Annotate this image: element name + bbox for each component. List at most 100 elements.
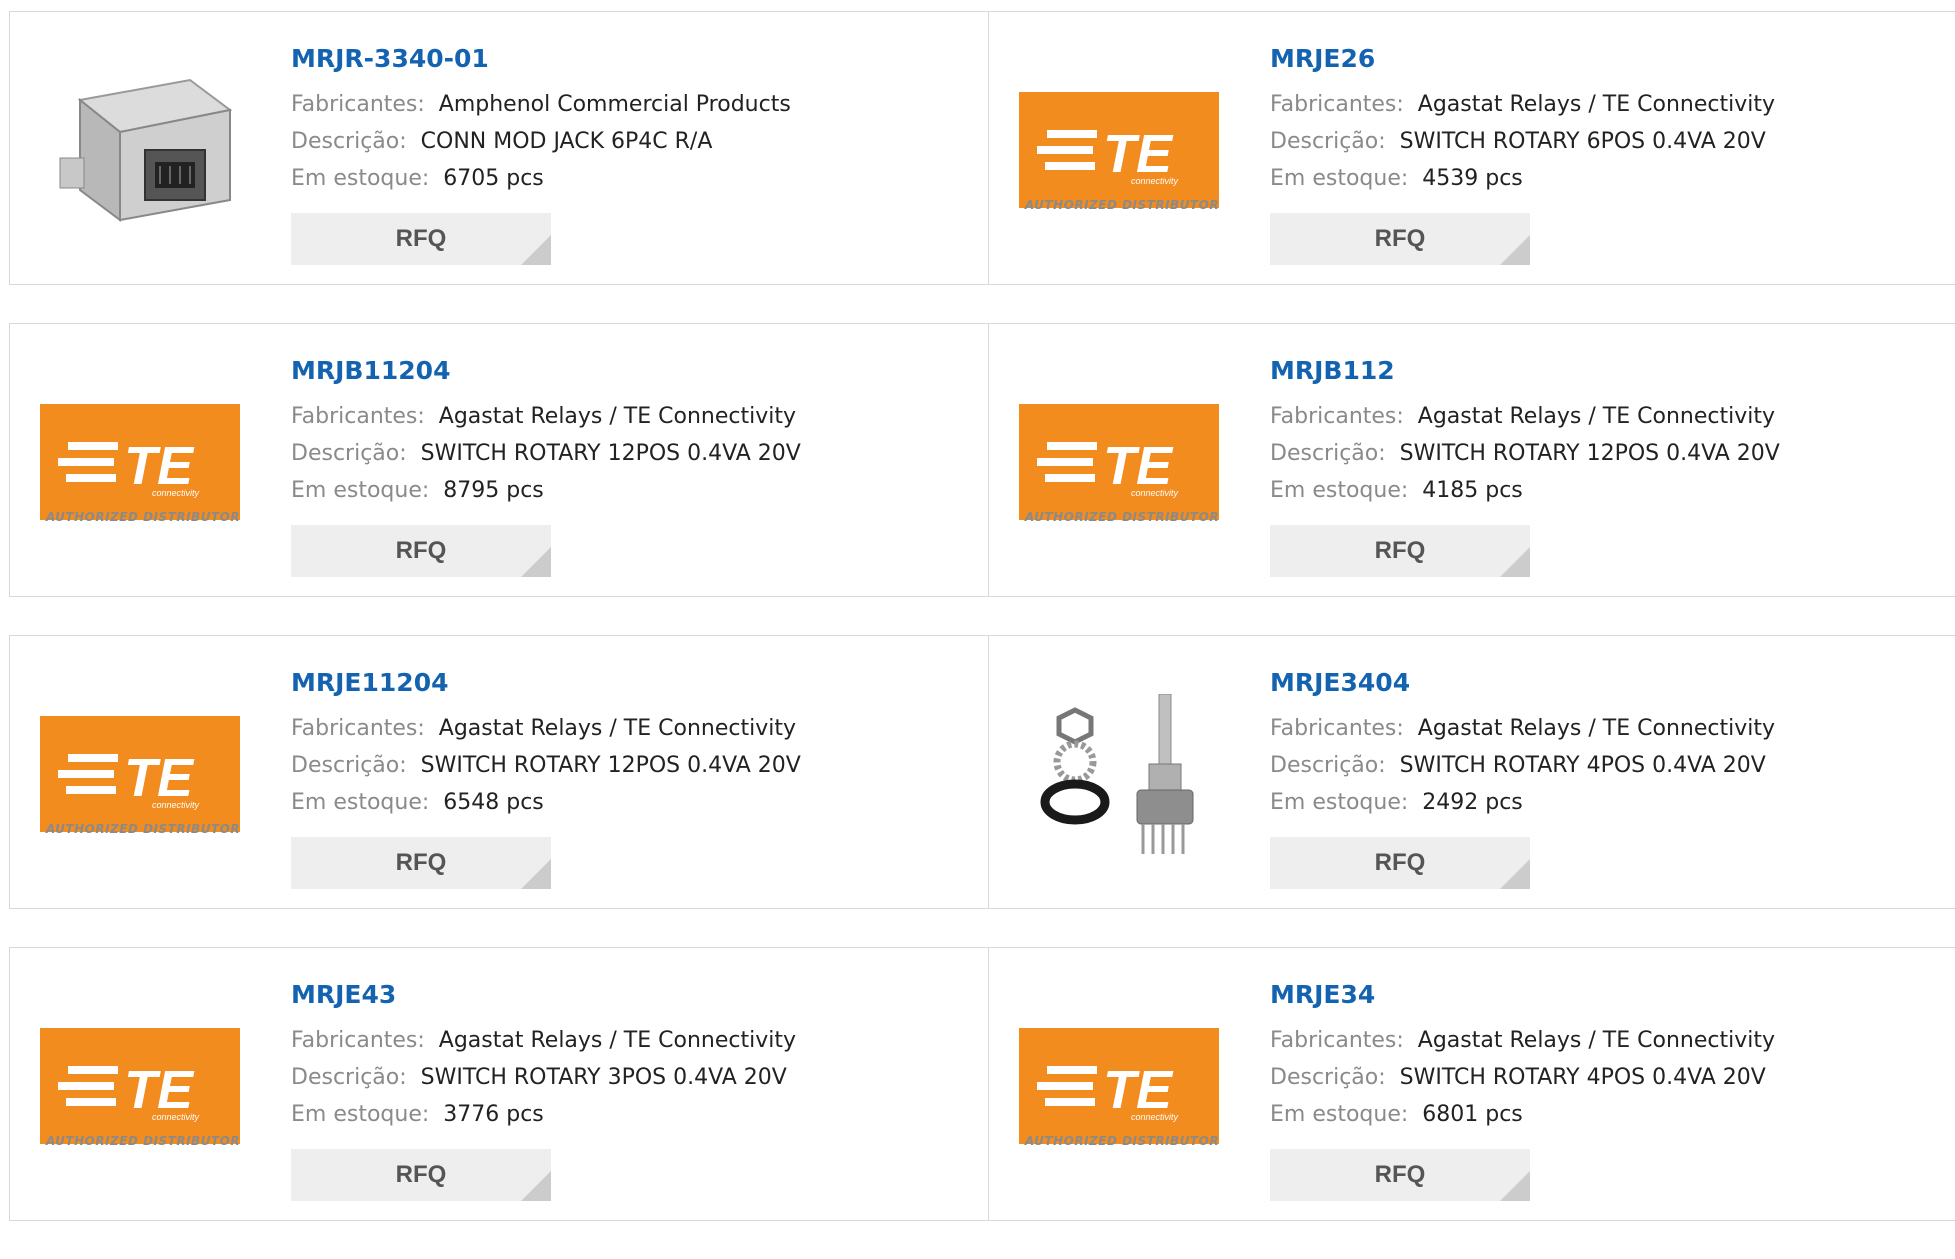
- manufacturer-label: Fabricantes:: [1270, 1028, 1404, 1053]
- svg-text:TE: TE: [124, 436, 195, 496]
- stock-label: Em estoque:: [291, 478, 430, 503]
- rfq-button[interactable]: RFQ: [291, 1149, 551, 1201]
- product-part-link[interactable]: MRJR-3340-01: [291, 44, 489, 73]
- product-image-rotary-switch[interactable]: [1019, 693, 1225, 860]
- description-line: Descrição: SWITCH ROTARY 12POS 0.4VA 20V: [291, 441, 801, 466]
- product-card: TE connectivity AUTHORIZED DISTRIBUTOR M…: [10, 948, 988, 1220]
- manufacturer-line: Fabricantes: Amphenol Commercial Products: [291, 92, 791, 117]
- rfq-label: RFQ: [1374, 537, 1426, 564]
- product-part-link[interactable]: MRJE43: [291, 980, 396, 1009]
- stock-line: Em estoque: 6705 pcs: [291, 166, 544, 191]
- te-logo-image[interactable]: TE connectivity AUTHORIZED DISTRIBUTOR: [40, 1006, 246, 1172]
- te-connectivity-logo: TE connectivity: [1019, 1028, 1219, 1144]
- description-line: Descrição: SWITCH ROTARY 6POS 0.4VA 20V: [1270, 129, 1766, 154]
- rfq-button[interactable]: RFQ: [1270, 525, 1530, 577]
- corner-triangle-icon: [1500, 547, 1530, 577]
- product-part-link[interactable]: MRJB11204: [291, 356, 450, 385]
- manufacturer-value: Agastat Relays / TE Connectivity: [1417, 92, 1775, 117]
- manufacturer-label: Fabricantes:: [291, 1028, 425, 1053]
- corner-triangle-icon: [1500, 859, 1530, 889]
- stock-label: Em estoque:: [1270, 790, 1409, 815]
- description-label: Descrição:: [1270, 129, 1386, 154]
- description-label: Descrição:: [291, 129, 407, 154]
- te-logo-image[interactable]: TE connectivity AUTHORIZED DISTRIBUTOR: [1019, 382, 1225, 548]
- description-value: SWITCH ROTARY 12POS 0.4VA 20V: [420, 753, 801, 778]
- rfq-button[interactable]: RFQ: [291, 525, 551, 577]
- corner-triangle-icon: [1500, 235, 1530, 265]
- product-row: TE connectivity AUTHORIZED DISTRIBUTOR M…: [9, 635, 1955, 909]
- description-label: Descrição:: [291, 753, 407, 778]
- svg-text:connectivity: connectivity: [152, 488, 200, 498]
- description-line: Descrição: SWITCH ROTARY 3POS 0.4VA 20V: [291, 1065, 787, 1090]
- description-line: Descrição: SWITCH ROTARY 12POS 0.4VA 20V: [291, 753, 801, 778]
- product-row: TE connectivity AUTHORIZED DISTRIBUTOR M…: [9, 947, 1955, 1221]
- stock-value: 6548 pcs: [443, 790, 544, 815]
- product-card: TE connectivity AUTHORIZED DISTRIBUTOR M…: [988, 12, 1955, 284]
- product-image-rj-jack[interactable]: [40, 70, 246, 236]
- corner-triangle-icon: [521, 235, 551, 265]
- te-logo-image[interactable]: TE connectivity AUTHORIZED DISTRIBUTOR: [40, 382, 246, 548]
- manufacturer-value: Agastat Relays / TE Connectivity: [1417, 716, 1775, 741]
- description-label: Descrição:: [1270, 441, 1386, 466]
- stock-line: Em estoque: 6548 pcs: [291, 790, 544, 815]
- stock-line: Em estoque: 3776 pcs: [291, 1102, 544, 1127]
- description-line: Descrição: SWITCH ROTARY 4POS 0.4VA 20V: [1270, 753, 1766, 778]
- manufacturer-value: Agastat Relays / TE Connectivity: [438, 404, 796, 429]
- rfq-button[interactable]: RFQ: [1270, 213, 1530, 265]
- te-connectivity-logo: TE connectivity: [40, 404, 240, 520]
- stock-label: Em estoque:: [291, 1102, 430, 1127]
- stock-label: Em estoque:: [1270, 478, 1409, 503]
- rfq-button[interactable]: RFQ: [291, 837, 551, 889]
- stock-value: 3776 pcs: [443, 1102, 544, 1127]
- te-logo-image[interactable]: TE connectivity AUTHORIZED DISTRIBUTOR: [1019, 70, 1225, 236]
- authorized-distributor-caption: AUTHORIZED DISTRIBUTOR: [45, 1134, 241, 1148]
- manufacturer-label: Fabricantes:: [291, 716, 425, 741]
- rfq-label: RFQ: [1374, 225, 1426, 252]
- svg-text:connectivity: connectivity: [152, 1112, 200, 1122]
- authorized-distributor-caption: AUTHORIZED DISTRIBUTOR: [1024, 198, 1220, 212]
- rfq-button[interactable]: RFQ: [291, 213, 551, 265]
- stock-line: Em estoque: 8795 pcs: [291, 478, 544, 503]
- stock-line: Em estoque: 4539 pcs: [1270, 166, 1523, 191]
- product-card: TE connectivity AUTHORIZED DISTRIBUTOR M…: [988, 948, 1955, 1220]
- stock-value: 8795 pcs: [443, 478, 544, 503]
- svg-text:connectivity: connectivity: [152, 800, 200, 810]
- manufacturer-label: Fabricantes:: [291, 404, 425, 429]
- description-value: SWITCH ROTARY 4POS 0.4VA 20V: [1399, 1065, 1766, 1090]
- product-grid: MRJR-3340-01 Fabricantes: Amphenol Commer…: [9, 11, 1955, 1259]
- product-part-link[interactable]: MRJB112: [1270, 356, 1395, 385]
- manufacturer-line: Fabricantes: Agastat Relays / TE Connecti…: [291, 716, 796, 741]
- product-part-link[interactable]: MRJE34: [1270, 980, 1375, 1009]
- product-card: TE connectivity AUTHORIZED DISTRIBUTOR M…: [988, 324, 1955, 596]
- rfq-label: RFQ: [395, 537, 447, 564]
- te-logo-image[interactable]: TE connectivity AUTHORIZED DISTRIBUTOR: [1019, 1006, 1225, 1172]
- rfq-button[interactable]: RFQ: [1270, 1149, 1530, 1201]
- manufacturer-value: Agastat Relays / TE Connectivity: [438, 716, 796, 741]
- stock-value: 4185 pcs: [1422, 478, 1523, 503]
- manufacturer-label: Fabricantes:: [1270, 92, 1404, 117]
- manufacturer-line: Fabricantes: Agastat Relays / TE Connecti…: [1270, 1028, 1775, 1053]
- te-logo-image[interactable]: TE connectivity AUTHORIZED DISTRIBUTOR: [40, 694, 246, 860]
- manufacturer-line: Fabricantes: Agastat Relays / TE Connecti…: [291, 404, 796, 429]
- product-card: TE connectivity AUTHORIZED DISTRIBUTOR M…: [10, 324, 988, 596]
- description-value: CONN MOD JACK 6P4C R/A: [420, 129, 713, 154]
- svg-text:connectivity: connectivity: [1131, 1112, 1179, 1122]
- product-part-link[interactable]: MRJE26: [1270, 44, 1375, 73]
- te-connectivity-logo: TE connectivity: [1019, 404, 1219, 520]
- product-row: MRJR-3340-01 Fabricantes: Amphenol Commer…: [9, 11, 1955, 285]
- svg-text:TE: TE: [124, 748, 195, 808]
- manufacturer-value: Agastat Relays / TE Connectivity: [1417, 404, 1775, 429]
- te-connectivity-logo: TE connectivity: [1019, 92, 1219, 208]
- description-value: SWITCH ROTARY 3POS 0.4VA 20V: [420, 1065, 787, 1090]
- product-part-link[interactable]: MRJE11204: [291, 668, 448, 697]
- rfq-label: RFQ: [1374, 849, 1426, 876]
- te-connectivity-logo: TE connectivity: [40, 1028, 240, 1144]
- stock-label: Em estoque:: [291, 166, 430, 191]
- authorized-distributor-caption: AUTHORIZED DISTRIBUTOR: [45, 822, 241, 836]
- svg-text:connectivity: connectivity: [1131, 176, 1179, 186]
- rfq-button[interactable]: RFQ: [1270, 837, 1530, 889]
- description-line: Descrição: SWITCH ROTARY 12POS 0.4VA 20V: [1270, 441, 1780, 466]
- stock-value: 6801 pcs: [1422, 1102, 1523, 1127]
- product-part-link[interactable]: MRJE3404: [1270, 668, 1410, 697]
- manufacturer-line: Fabricantes: Agastat Relays / TE Connecti…: [1270, 92, 1775, 117]
